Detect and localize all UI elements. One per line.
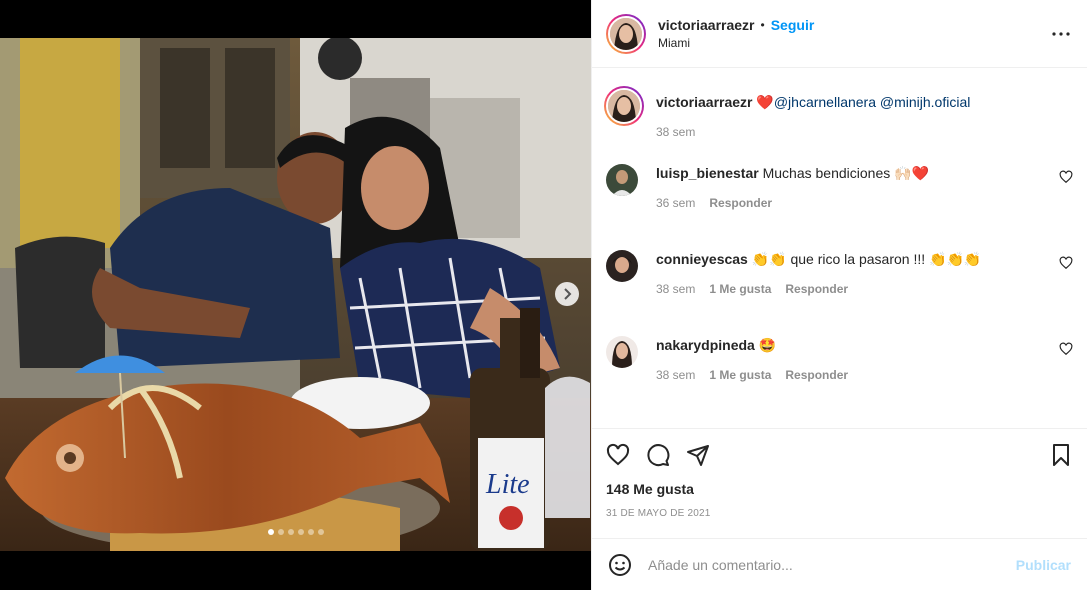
caption-avatar[interactable] (604, 86, 644, 126)
commenter-username[interactable]: luisp_bienestar (656, 165, 759, 181)
comment-time[interactable]: 38 sem (656, 282, 695, 296)
comment-likes[interactable]: 1 Me gusta (709, 368, 771, 382)
post-date: 31 DE MAYO DE 2021 (606, 508, 711, 519)
comment-row: connieyescas 👏👏 que rico la pasaron !!! … (606, 250, 1073, 296)
comment-text: 🤩 (758, 337, 777, 353)
post-location[interactable]: Miami (658, 36, 814, 50)
post-header: victoriaarraezr • Seguir Miami (592, 0, 1087, 68)
commenter-username[interactable]: connieyescas (656, 251, 748, 267)
send-icon (687, 445, 709, 466)
comment-text: Muchas bendiciones 🙌🏻❤️ (762, 165, 929, 181)
instagram-post-modal: Lite victoriaarraezr • Seguir Miami vict… (0, 0, 1087, 590)
separator-dot: • (760, 18, 765, 32)
likes-count[interactable]: 148 Me gusta (606, 481, 1073, 497)
carousel-dot (307, 529, 314, 535)
heart-emoji: ❤️ (756, 94, 774, 110)
emoji-smile-icon (609, 553, 631, 576)
svg-text:Lite: Lite (485, 469, 530, 500)
caption-time[interactable]: 38 sem (656, 125, 695, 139)
bookmark-icon (1053, 444, 1069, 466)
share-button[interactable] (686, 443, 710, 467)
caption-username[interactable]: victoriaarraezr (656, 94, 753, 110)
publish-button[interactable]: Publicar (1016, 557, 1071, 573)
commenter-avatar[interactable] (606, 336, 638, 368)
like-comment-heart-icon[interactable] (1059, 342, 1073, 356)
carousel-dot-active (267, 529, 274, 535)
carousel-dot (277, 529, 284, 535)
commenter-avatar[interactable] (606, 164, 638, 196)
reply-button[interactable]: Responder (785, 282, 848, 296)
carousel-dot (287, 529, 294, 535)
caption-text: victoriaarraezr ❤️@jhcarnellanera @minij… (656, 93, 1073, 111)
post-actions: 148 Me gusta 31 DE MAYO DE 2021 (592, 428, 1087, 538)
emoji-button[interactable] (608, 553, 632, 577)
comments-list: victoriaarraezr ❤️@jhcarnellanera @minij… (592, 68, 1087, 428)
caption-row: victoriaarraezr ❤️@jhcarnellanera @minij… (604, 86, 1073, 139)
heart-icon (606, 443, 630, 466)
author-avatar[interactable] (606, 13, 646, 54)
more-horizontal-icon (1052, 31, 1070, 36)
like-comment-heart-icon[interactable] (1059, 170, 1073, 184)
comment-time[interactable]: 38 sem (656, 368, 695, 382)
comment-input[interactable] (648, 556, 1016, 573)
post-media: Lite (0, 0, 591, 590)
comment-row: nakarydpineda 🤩 38 sem 1 Me gusta Respon… (606, 336, 1073, 382)
comment-button[interactable] (646, 443, 670, 467)
comment-text: 👏👏 que rico la pasaron !!! 👏👏👏 (751, 251, 982, 267)
post-photo: Lite (0, 38, 591, 551)
post-side-panel: victoriaarraezr • Seguir Miami victoriaa… (591, 0, 1087, 590)
follow-button[interactable]: Seguir (771, 17, 815, 33)
author-username[interactable]: victoriaarraezr (658, 17, 755, 33)
next-slide-button[interactable] (555, 282, 579, 306)
add-comment-bar: Publicar (592, 538, 1087, 590)
like-button[interactable] (606, 443, 630, 467)
comment-time[interactable]: 36 sem (656, 196, 695, 210)
reply-button[interactable]: Responder (785, 368, 848, 382)
mention-minijh[interactable]: @minijh.oficial (880, 94, 970, 110)
comment-row: luisp_bienestar Muchas bendiciones 🙌🏻❤️ … (606, 164, 1073, 210)
commenter-avatar[interactable] (606, 250, 638, 282)
carousel-dot (317, 529, 324, 535)
like-comment-heart-icon[interactable] (1059, 256, 1073, 270)
save-button[interactable] (1049, 443, 1073, 467)
more-options-button[interactable] (1049, 22, 1073, 46)
carousel-dot (297, 529, 304, 535)
carousel-dots (0, 529, 591, 535)
commenter-username[interactable]: nakarydpineda (656, 337, 755, 353)
mention-jhcarnellanera[interactable]: @jhcarnellanera (774, 94, 876, 110)
reply-button[interactable]: Responder (709, 196, 772, 210)
comment-likes[interactable]: 1 Me gusta (709, 282, 771, 296)
comment-icon (647, 444, 670, 467)
chevron-right-icon (564, 288, 572, 300)
